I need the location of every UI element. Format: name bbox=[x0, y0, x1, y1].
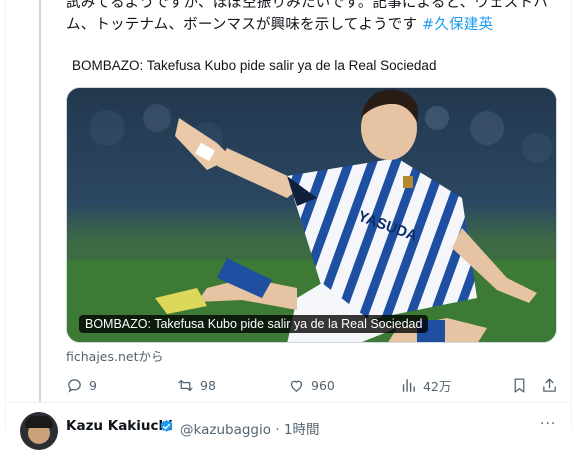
link-card-image[interactable]: YASUDA BOMBAZO: Takefusa Kubo pide salir… bbox=[66, 87, 557, 343]
avatar[interactable] bbox=[20, 412, 58, 450]
like-button[interactable]: 960 bbox=[288, 372, 335, 398]
author-handle-time[interactable]: @kazubaggio · 1時間 bbox=[180, 418, 319, 438]
views-count: 42万 bbox=[423, 378, 452, 394]
tweet-separator bbox=[5, 402, 571, 403]
hashtag-link[interactable]: #久保建英 bbox=[422, 17, 493, 33]
image-caption: BOMBAZO: Takefusa Kubo pide salir ya de … bbox=[79, 315, 429, 333]
tweet-text-line-2-body: ム、トッテナム、ボーンマスが興味を示してようです bbox=[66, 17, 418, 33]
bookmark-button[interactable] bbox=[511, 372, 528, 398]
views-button[interactable]: 42万 bbox=[400, 372, 451, 398]
tweet-text-line-2: ム、トッテナム、ボーンマスが興味を示してようです #久保建英 bbox=[66, 14, 566, 36]
bookmark-icon bbox=[514, 377, 525, 393]
reply-icon bbox=[68, 378, 81, 393]
share-icon bbox=[543, 377, 556, 392]
player-photo: YASUDA bbox=[67, 88, 556, 342]
retweet-button[interactable]: 98 bbox=[177, 372, 216, 398]
reply-button[interactable]: 9 bbox=[66, 372, 97, 398]
retweet-count: 98 bbox=[200, 377, 216, 393]
views-icon bbox=[402, 378, 415, 392]
card-title[interactable]: BOMBAZO: Takefusa Kubo pide salir ya de … bbox=[72, 58, 436, 73]
card-source[interactable]: fichajes.netから bbox=[66, 346, 164, 365]
share-button[interactable] bbox=[541, 372, 558, 398]
verified-icon bbox=[160, 419, 173, 432]
retweet-icon bbox=[178, 379, 193, 391]
tweet-text-line-1: 試みてるようですが、ほぼ空振りみたいです。記事によると、ウェストハ bbox=[66, 0, 548, 11]
left-border bbox=[5, 0, 6, 430]
reply-count: 9 bbox=[89, 377, 97, 393]
thread-line bbox=[39, 0, 41, 402]
tweet-body: 試みてるようですが、ほぼ空振りみたいです。記事によると、ウェストハ ム、トッテナ… bbox=[66, 0, 566, 36]
right-border bbox=[571, 0, 572, 430]
like-count: 960 bbox=[311, 377, 335, 393]
tweet-actions: 9 98 960 42万 bbox=[66, 372, 561, 398]
author-name[interactable]: Kazu Kakiuchi bbox=[66, 418, 173, 434]
like-icon bbox=[290, 380, 303, 392]
next-tweet-header: Kazu Kakiuchi @kazubaggio · 1時間 ··· bbox=[20, 412, 576, 450]
